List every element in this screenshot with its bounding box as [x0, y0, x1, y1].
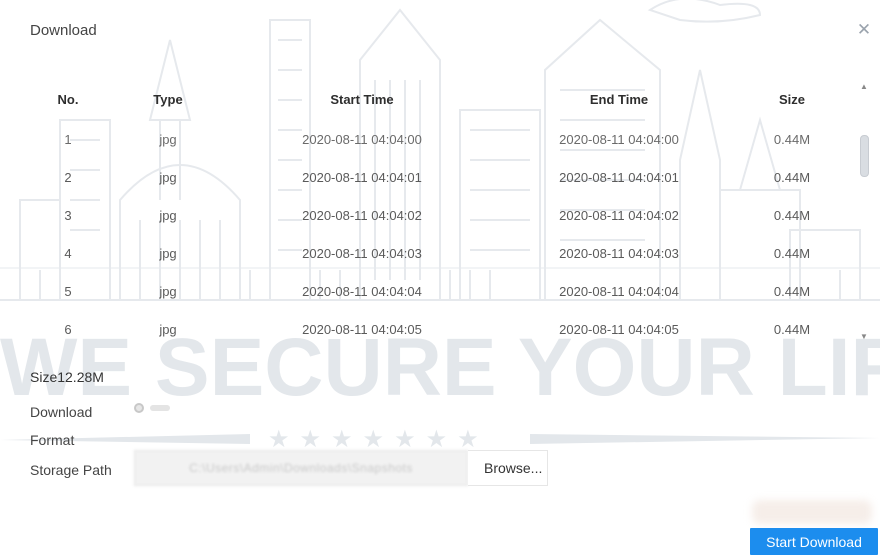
row-size: 0.44M [773, 245, 811, 261]
row-start-time: 2020-08-11 04:04:04 [302, 283, 422, 299]
row-type: jpg [159, 169, 177, 185]
row-end-time: 2020-08-11 04:04:05 [559, 321, 679, 337]
dialog-title: Download [30, 22, 97, 39]
column-header-type[interactable]: Type [124, 78, 212, 120]
scroll-thumb[interactable] [860, 135, 869, 177]
table-row[interactable]: 3 jpg 2020-08-11 04:04:02 2020-08-11 04:… [32, 196, 858, 234]
row-type: jpg [159, 131, 177, 147]
radio-icon[interactable] [134, 403, 144, 413]
row-end-time: 2020-08-11 04:04:02 [559, 207, 679, 223]
row-no: 4 [64, 245, 72, 261]
storage-path-input[interactable]: C:\Users\Admin\Downloads\Snapshots [134, 450, 468, 486]
scroll-down-arrow-icon[interactable]: ▼ [860, 332, 868, 342]
table-row[interactable]: 2 jpg 2020-08-11 04:04:01 2020-08-11 04:… [32, 158, 858, 196]
total-size-text: Size12.28M [30, 369, 104, 385]
download-file-table: No. Type Start Time End Time Size 1 jpg … [32, 78, 858, 344]
close-icon[interactable]: ✕ [856, 21, 872, 38]
row-size: 0.44M [773, 131, 811, 147]
row-no: 6 [64, 321, 72, 337]
column-header-start-time[interactable]: Start Time [272, 78, 452, 120]
row-no: 1 [64, 131, 72, 147]
column-header-size[interactable]: Size [752, 78, 832, 120]
column-header-no[interactable]: No. [32, 78, 104, 120]
scroll-up-arrow-icon[interactable]: ▲ [860, 82, 868, 92]
table-header-row: No. Type Start Time End Time Size [32, 78, 858, 120]
row-start-time: 2020-08-11 04:04:03 [302, 245, 422, 261]
row-type: jpg [159, 283, 177, 299]
download-label: Download [30, 404, 93, 420]
table-scrollbar[interactable]: ▲ ▼ [858, 80, 870, 342]
row-size: 0.44M [773, 283, 811, 299]
button-glow-decoration [752, 500, 872, 524]
table-row[interactable]: 1 jpg 2020-08-11 04:04:00 2020-08-11 04:… [32, 120, 858, 158]
format-label: Format [30, 432, 75, 448]
row-no: 5 [64, 283, 72, 299]
browse-button[interactable]: Browse... [468, 450, 548, 486]
row-start-time: 2020-08-11 04:04:00 [302, 131, 422, 147]
table-row[interactable]: 4 jpg 2020-08-11 04:04:03 2020-08-11 04:… [32, 234, 858, 272]
row-end-time: 2020-08-11 04:04:04 [559, 283, 679, 299]
row-start-time: 2020-08-11 04:04:05 [302, 321, 422, 337]
row-type: jpg [159, 207, 177, 223]
download-dialog: Download ✕ No. Type Start Time End Time … [0, 0, 880, 555]
row-no: 3 [64, 207, 72, 223]
radio-option-text-blurred [150, 405, 170, 411]
storage-path-label: Storage Path [30, 462, 112, 478]
row-size: 0.44M [773, 321, 811, 337]
row-end-time: 2020-08-11 04:04:01 [559, 169, 679, 185]
row-type: jpg [159, 245, 177, 261]
row-end-time: 2020-08-11 04:04:03 [559, 245, 679, 261]
column-header-end-time[interactable]: End Time [519, 78, 719, 120]
row-no: 2 [64, 169, 72, 185]
download-option-radio[interactable] [134, 403, 170, 413]
row-end-time: 2020-08-11 04:04:00 [559, 131, 679, 147]
row-size: 0.44M [773, 207, 811, 223]
table-row[interactable]: 6 jpg 2020-08-11 04:04:05 2020-08-11 04:… [32, 310, 858, 344]
row-start-time: 2020-08-11 04:04:01 [302, 169, 422, 185]
table-row[interactable]: 5 jpg 2020-08-11 04:04:04 2020-08-11 04:… [32, 272, 858, 310]
row-type: jpg [159, 321, 177, 337]
row-size: 0.44M [773, 169, 811, 185]
start-download-button[interactable]: Start Download [750, 528, 878, 555]
row-start-time: 2020-08-11 04:04:02 [302, 207, 422, 223]
